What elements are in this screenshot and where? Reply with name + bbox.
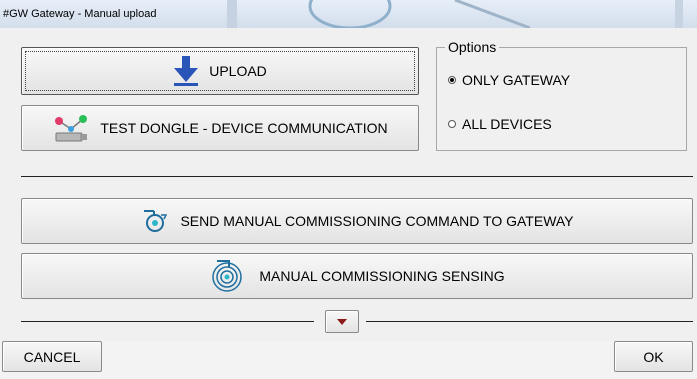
window-title: #GW Gateway - Manual upload xyxy=(3,8,157,20)
options-legend: Options xyxy=(445,39,500,55)
expand-button[interactable] xyxy=(325,310,359,333)
title-bar: #GW Gateway - Manual upload xyxy=(0,0,697,28)
radio-all-devices-label: ALL DEVICES xyxy=(462,116,552,132)
send-commissioning-icon xyxy=(140,208,170,234)
download-arrow-icon xyxy=(173,56,199,86)
expand-divider-right xyxy=(366,321,693,322)
commissioning-sensing-button[interactable]: MANUAL COMMISSIONING SENSING xyxy=(21,253,693,299)
radio-indicator xyxy=(448,120,456,128)
sensing-target-icon xyxy=(209,259,245,293)
dialog-footer xyxy=(0,341,697,379)
chevron-down-icon xyxy=(337,318,347,325)
radio-only-gateway[interactable]: ONLY GATEWAY xyxy=(448,72,570,88)
upload-button-label: UPLOAD xyxy=(209,63,267,79)
radio-all-devices[interactable]: ALL DEVICES xyxy=(448,116,552,132)
expand-divider-left xyxy=(21,321,314,322)
upload-button[interactable]: UPLOAD xyxy=(21,47,419,95)
commissioning-sensing-button-label: MANUAL COMMISSIONING SENSING xyxy=(259,268,505,284)
separator-line xyxy=(21,176,693,177)
test-dongle-button-label: TEST DONGLE - DEVICE COMMUNICATION xyxy=(100,120,388,136)
ok-button-label: OK xyxy=(643,348,664,365)
test-dongle-button[interactable]: TEST DONGLE - DEVICE COMMUNICATION xyxy=(21,105,419,151)
dongle-connection-icon xyxy=(52,113,90,143)
radio-indicator-selected xyxy=(448,76,456,84)
send-commissioning-button-label: SEND MANUAL COMMISSIONING COMMAND TO GAT… xyxy=(180,213,574,229)
cancel-button-label: CANCEL xyxy=(23,348,81,365)
radio-only-gateway-label: ONLY GATEWAY xyxy=(462,72,571,88)
send-commissioning-button[interactable]: SEND MANUAL COMMISSIONING COMMAND TO GAT… xyxy=(21,198,693,244)
options-group xyxy=(436,47,687,151)
ok-button[interactable]: OK xyxy=(614,341,693,372)
cancel-button[interactable]: CANCEL xyxy=(2,341,102,372)
